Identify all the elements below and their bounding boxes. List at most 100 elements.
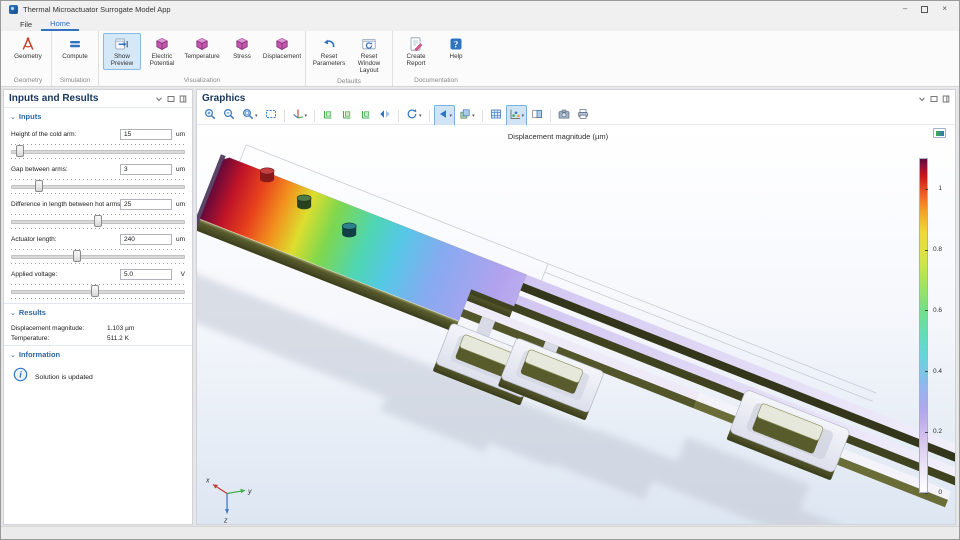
zoom-box-button[interactable]: [262, 105, 280, 127]
reset-parameters-button[interactable]: Reset Parameters: [310, 33, 348, 70]
graphics-toolbar: ▾▾▾▾▾▾: [197, 107, 955, 125]
cube-icon: [234, 36, 250, 52]
ribbon-group-geometry: GeometryGeometry: [5, 31, 51, 86]
dock-panel-icon[interactable]: [942, 95, 950, 103]
show-preview-button[interactable]: Show Preview: [103, 33, 141, 70]
input-row: Applied voltage:5.0V: [11, 269, 185, 280]
slider-track[interactable]: [11, 145, 185, 157]
view-plane-icon: [322, 107, 334, 125]
plot-settings-button[interactable]: ▾: [506, 105, 528, 127]
ribbon: GeometryGeometryCompute Simulation Show Pr…: [1, 31, 959, 87]
button-label: Displacement: [263, 53, 301, 60]
go-to-xy-view-button[interactable]: [319, 105, 337, 127]
go-to-other-side-button[interactable]: [376, 105, 394, 127]
slider-ticks: [11, 227, 185, 229]
parameter-slider[interactable]: [11, 178, 185, 194]
slider-track[interactable]: [11, 285, 185, 297]
value-field[interactable]: 240: [120, 234, 172, 245]
print-button[interactable]: [574, 105, 592, 127]
slider-thumb[interactable]: [35, 180, 43, 192]
compute-button[interactable]: Compute: [56, 33, 94, 63]
legend-tick-label: 0.6: [933, 307, 942, 314]
go-to-default-view-button[interactable]: ▾: [289, 105, 311, 127]
ribbon-group-label: Documentation: [414, 76, 458, 86]
button-label: Reset Parameters: [312, 53, 346, 67]
zoom-out-button[interactable]: [220, 105, 238, 127]
parameter-slider[interactable]: [11, 248, 185, 264]
maximize-icon[interactable]: [921, 6, 928, 13]
float-panel-icon[interactable]: [930, 95, 938, 103]
reset-window-layout-button[interactable]: Reset Window Layout: [350, 33, 388, 77]
temperature-button[interactable]: Temperature: [183, 33, 221, 63]
value-field[interactable]: 3: [120, 164, 172, 175]
legend-tick-mark: [925, 310, 928, 311]
slider-track[interactable]: [11, 180, 185, 192]
view-plane-icon: [360, 107, 372, 125]
input-row: Height of the cold arm:15um: [11, 129, 185, 140]
button-label: Create Report: [399, 53, 433, 67]
parameter-slider[interactable]: [11, 213, 185, 229]
graphics-canvas[interactable]: x y z Displacement magnitude (µm) 10.80.…: [197, 125, 955, 524]
rotate-icon: [406, 107, 418, 125]
chevron-down-icon: ⌄: [10, 113, 16, 121]
geometry-button[interactable]: Geometry: [9, 33, 47, 63]
play-left-icon: [437, 107, 449, 125]
ribbon-group-label: Simulation: [60, 76, 90, 86]
image-snapshot-button[interactable]: [555, 105, 573, 127]
legend-tick-mark: [925, 250, 928, 251]
electric-potential-button[interactable]: Electric Potential: [143, 33, 181, 70]
environment-button[interactable]: ▾: [456, 105, 478, 127]
displacement-button[interactable]: Displacement: [263, 33, 301, 63]
menu-tab-file[interactable]: File: [11, 18, 41, 31]
minimize-icon[interactable]: –: [903, 5, 907, 13]
slider-thumb[interactable]: [16, 145, 24, 157]
zoom-in-button[interactable]: [201, 105, 219, 127]
stress-button[interactable]: Stress: [223, 33, 261, 63]
help-button[interactable]: ?Help: [437, 33, 475, 63]
legend-tick-mark: [925, 493, 928, 494]
slider-thumb[interactable]: [73, 250, 81, 262]
legend-tick-label: 0.4: [933, 368, 942, 375]
slider-thumb[interactable]: [91, 285, 99, 297]
float-panel-icon[interactable]: [167, 95, 175, 103]
value-field[interactable]: 15: [120, 129, 172, 140]
information-section-header[interactable]: ⌄ Information: [4, 345, 192, 361]
toolbar-separator: [314, 110, 315, 122]
close-icon[interactable]: ×: [942, 5, 947, 13]
panel-menu-icon[interactable]: [155, 95, 163, 103]
rotate-view-button[interactable]: ▾: [403, 105, 425, 127]
window-title: Thermal Microactuator Surrogate Model Ap…: [23, 5, 903, 14]
slider-thumb[interactable]: [94, 215, 102, 227]
menu-tab-home[interactable]: Home: [41, 17, 79, 31]
results-section-header[interactable]: ⌄ Results: [4, 303, 192, 319]
result-row: Temperature:511.2 K: [11, 335, 185, 342]
color-legend: [919, 158, 928, 493]
scene-light-button[interactable]: ▾: [434, 105, 456, 127]
input-row: Actuator length:240um: [11, 234, 185, 245]
dropdown-arrow-icon: ▾: [522, 113, 525, 119]
slider-ticks: [11, 157, 185, 159]
parameter-slider[interactable]: [11, 283, 185, 299]
legend-tick-mark: [925, 189, 928, 190]
printer-icon: [577, 107, 589, 125]
go-to-yz-view-button[interactable]: [338, 105, 356, 127]
transparency-button[interactable]: [528, 105, 546, 127]
slider-track[interactable]: [11, 215, 185, 227]
unit-label: um: [172, 131, 185, 138]
create-report-button[interactable]: Create Report: [397, 33, 435, 70]
slider-track[interactable]: [11, 250, 185, 262]
menu-bar: FileHome: [1, 17, 959, 31]
go-to-zx-view-button[interactable]: [357, 105, 375, 127]
zoom-extents-button[interactable]: ▾: [239, 105, 261, 127]
dropdown-arrow-icon: ▾: [419, 113, 422, 119]
value-field[interactable]: 5.0: [120, 269, 172, 280]
inputs-section-header[interactable]: ⌄ Inputs: [4, 107, 192, 123]
value-field[interactable]: 25: [120, 199, 172, 210]
axis-icon: [292, 107, 304, 125]
panel-menu-icon[interactable]: [918, 95, 926, 103]
plot-thumbnail-button[interactable]: [933, 128, 946, 138]
show-grid-button[interactable]: [487, 105, 505, 127]
zoom-box-icon: [265, 107, 277, 125]
parameter-slider[interactable]: [11, 143, 185, 159]
dock-panel-icon[interactable]: [179, 95, 187, 103]
